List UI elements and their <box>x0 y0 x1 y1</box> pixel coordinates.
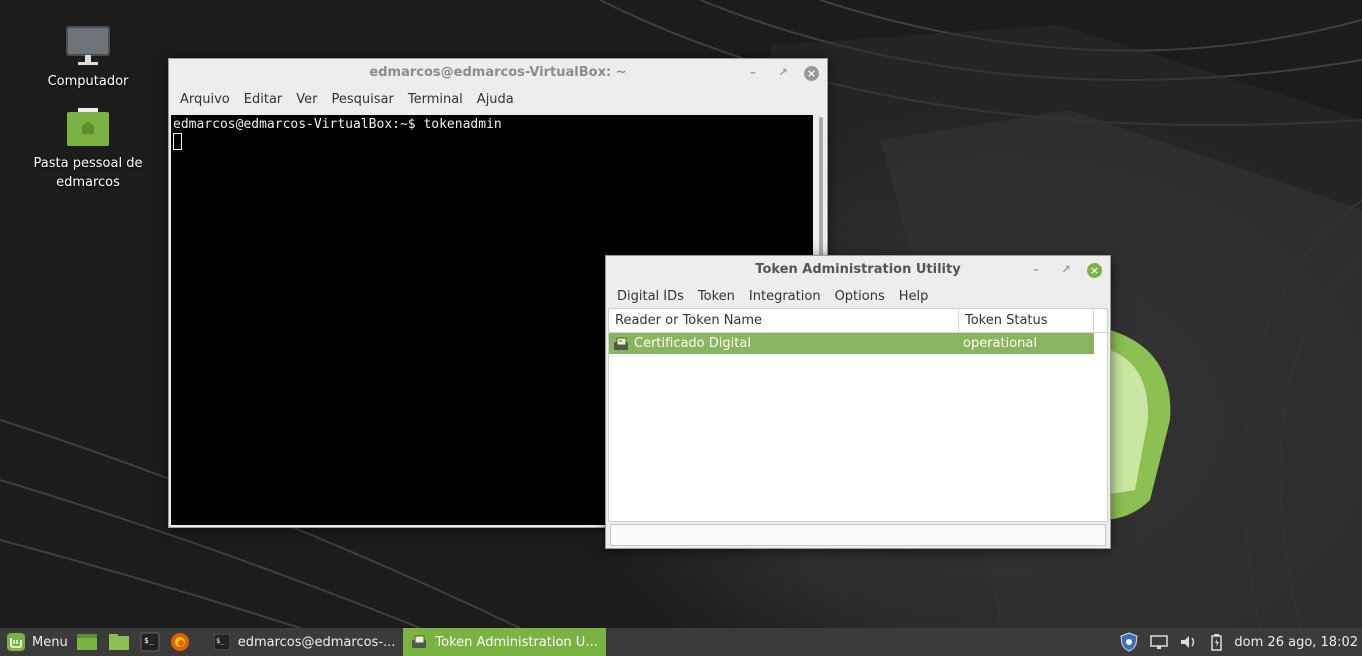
status-bar <box>610 524 1106 546</box>
maximize-icon[interactable]: ↗ <box>774 64 792 82</box>
terminal-menubar: Arquivo Editar Ver Pesquisar Terminal Aj… <box>169 87 827 111</box>
menu-item-help[interactable]: Help <box>892 289 936 304</box>
token-menubar: Digital IDs Token Integration Options He… <box>606 284 1110 308</box>
maximize-icon[interactable]: ↗ <box>1057 261 1075 279</box>
task-label: edmarcos@edmarcos-... <box>237 634 396 650</box>
menu-item-digital-ids[interactable]: Digital IDs <box>610 289 691 304</box>
terminal-line: edmarcos@edmarcos-VirtualBox:~$ tokenadm… <box>173 117 502 132</box>
terminal-titlebar[interactable]: edmarcos@edmarcos-VirtualBox: ~ – ↗ × <box>169 59 827 87</box>
table-row[interactable]: Certificado Digital operational <box>609 333 1094 354</box>
home-folder-icon <box>67 108 109 146</box>
system-tray: dom 26 ago, 18:02 <box>1120 628 1358 656</box>
menu-item-pesquisar[interactable]: Pesquisar <box>325 92 401 107</box>
menu-item-ver[interactable]: Ver <box>289 92 324 107</box>
network-icon[interactable] <box>1150 634 1169 650</box>
mint-logo-icon <box>7 633 25 651</box>
volume-icon[interactable] <box>1180 634 1198 650</box>
clock[interactable]: dom 26 ago, 18:02 <box>1234 635 1358 650</box>
battery-icon[interactable] <box>1210 633 1223 651</box>
token-status: operational <box>963 336 1037 351</box>
taskbar-task-terminal[interactable]: $_ edmarcos@edmarcos-... <box>206 628 404 656</box>
minimize-icon[interactable]: – <box>744 64 762 82</box>
column-header-name[interactable]: Reader or Token Name <box>609 309 959 332</box>
desktop-icon-computer[interactable]: Computador <box>28 24 148 91</box>
desktop-icon-label: Computador <box>47 74 129 89</box>
svg-text:$_: $_ <box>216 637 225 645</box>
svg-text:$_: $_ <box>144 636 154 645</box>
menu-item-ajuda[interactable]: Ajuda <box>470 92 521 107</box>
terminal-icon: $_ <box>213 634 230 650</box>
table-header: Reader or Token Name Token Status <box>609 309 1107 333</box>
token-name: Certificado Digital <box>634 336 751 351</box>
smartcard-reader-icon <box>412 635 427 648</box>
desktop-icon-home[interactable]: Pasta pessoal de edmarcos <box>28 106 148 192</box>
menu-item-arquivo[interactable]: Arquivo <box>173 92 237 107</box>
terminal-cursor <box>173 133 182 150</box>
firefox-icon[interactable] <box>170 632 190 652</box>
taskbar: Menu $_ $_ edmarcos@edmarcos-... Token A… <box>0 628 1362 656</box>
menu-item-terminal[interactable]: Terminal <box>401 92 470 107</box>
menu-item-editar[interactable]: Editar <box>237 92 290 107</box>
menu-button[interactable]: Menu <box>0 628 68 656</box>
desktop-icon-label: Pasta pessoal de edmarcos <box>33 156 143 190</box>
token-titlebar[interactable]: Token Administration Utility – ↗ × <box>606 256 1110 284</box>
menu-item-options[interactable]: Options <box>828 289 892 304</box>
quick-launch: $_ <box>76 628 190 656</box>
computer-icon <box>66 26 110 65</box>
shield-icon[interactable] <box>1120 632 1138 652</box>
folder-icon[interactable] <box>108 632 130 652</box>
close-icon[interactable]: × <box>1087 262 1102 278</box>
close-icon[interactable]: × <box>804 65 819 81</box>
smartcard-reader-icon <box>614 337 628 350</box>
taskbar-task-token-admin[interactable]: Token Administration U... <box>403 628 606 656</box>
window-title: edmarcos@edmarcos-VirtualBox: ~ <box>369 65 627 80</box>
menu-item-integration[interactable]: Integration <box>742 289 828 304</box>
minimize-icon[interactable]: – <box>1027 261 1045 279</box>
token-admin-window[interactable]: Token Administration Utility – ↗ × Digit… <box>605 255 1111 549</box>
column-header-status[interactable]: Token Status <box>959 309 1094 332</box>
show-desktop-icon[interactable] <box>76 632 98 652</box>
window-title: Token Administration Utility <box>755 262 961 277</box>
menu-item-token[interactable]: Token <box>691 289 742 304</box>
task-label: Token Administration U... <box>435 634 598 650</box>
token-table[interactable]: Reader or Token Name Token Status Certif… <box>608 308 1108 522</box>
menu-label: Menu <box>32 634 68 650</box>
terminal-icon[interactable]: $_ <box>140 632 160 652</box>
